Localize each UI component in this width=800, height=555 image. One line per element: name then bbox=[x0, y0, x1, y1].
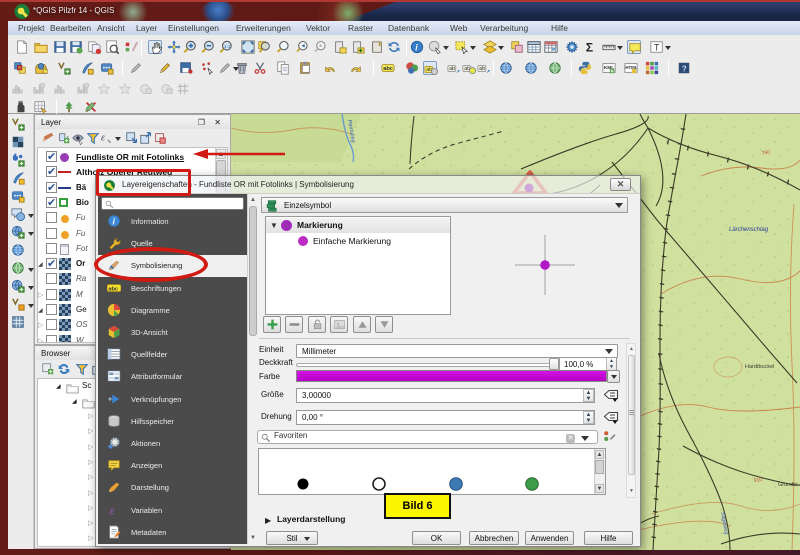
svg-text:ab: ab bbox=[479, 66, 485, 72]
svg-text:✎: ✎ bbox=[107, 139, 111, 145]
svg-text:abc: abc bbox=[108, 286, 118, 292]
svg-text:ab: ab bbox=[449, 66, 455, 72]
svg-text:T: T bbox=[654, 43, 660, 53]
svg-text:910: 910 bbox=[753, 477, 762, 484]
svg-text:1:1: 1:1 bbox=[224, 44, 231, 50]
svg-text:abc: abc bbox=[383, 66, 393, 72]
svg-text:Hardtbuckel: Hardtbuckel bbox=[745, 364, 774, 370]
svg-text:Grundbi: Grundbi bbox=[778, 482, 798, 488]
svg-text:Σ: Σ bbox=[586, 40, 593, 54]
svg-text:Lärchenschlag: Lärchenschlag bbox=[729, 227, 769, 233]
svg-text:?: ? bbox=[682, 65, 687, 74]
svg-text:ε: ε bbox=[101, 133, 106, 144]
svg-text:ε: ε bbox=[110, 505, 116, 517]
